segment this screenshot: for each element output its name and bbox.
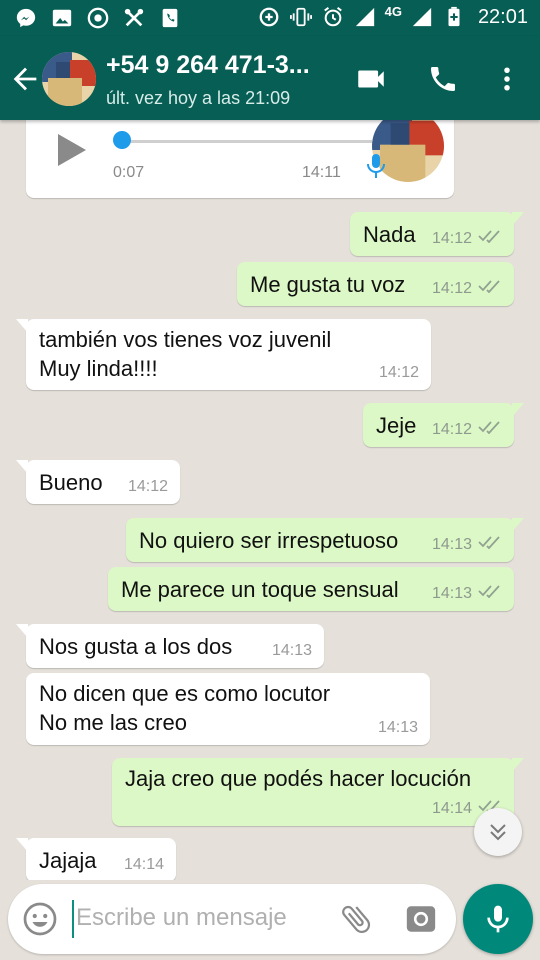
double-check-icon <box>478 420 502 439</box>
video-call-button[interactable] <box>352 60 390 98</box>
message-text: también vos tienes voz juvenil <box>39 327 332 352</box>
double-check-icon <box>478 229 502 248</box>
back-button[interactable] <box>8 62 42 96</box>
double-check-icon <box>478 584 502 603</box>
attach-button[interactable] <box>338 901 374 942</box>
message-outgoing[interactable]: Nada 14:12 <box>350 212 524 256</box>
message-time: 14:12 <box>431 420 472 438</box>
message-text: No dicen que es como locutor <box>39 681 331 706</box>
alarm-icon <box>321 5 345 29</box>
message-time: 14:13 <box>271 642 312 659</box>
chrome-icon <box>86 6 110 30</box>
message-text: No quiero ser irrespetuoso <box>139 528 399 553</box>
message-text: Muy linda!!!! <box>39 356 158 381</box>
play-icon <box>58 134 86 166</box>
message-time: 14:12 <box>378 364 419 381</box>
more-options-button[interactable] <box>488 60 526 98</box>
more-vert-icon <box>504 67 510 91</box>
status-time: 22:01 <box>477 5 528 28</box>
message-incoming[interactable]: Nos gusta a los dos 14:13 <box>16 624 324 668</box>
double-check-icon <box>478 279 502 298</box>
chat-header: +54 9 264 471-3... últ. vez hoy a las 21… <box>0 36 540 120</box>
message-time: 14:14 <box>431 799 472 817</box>
double-chevron-down-icon <box>490 824 506 841</box>
message-time: 14:12 <box>127 478 168 495</box>
message-text: Nos gusta a los dos <box>39 634 233 659</box>
signal-icon <box>410 5 434 29</box>
voice-duration: 0:07 <box>113 164 145 181</box>
phone-app-icon <box>158 6 182 30</box>
message-text: Jajaja <box>39 848 97 873</box>
audio-seek-track[interactable] <box>122 140 372 143</box>
camera-button[interactable] <box>404 902 438 941</box>
voice-call-button[interactable] <box>424 60 462 98</box>
message-text: Jaja creo que podés hacer locución <box>125 766 472 791</box>
message-time: 14:12 <box>431 279 472 297</box>
message-text: Bueno <box>39 470 103 495</box>
message-time: 14:13 <box>377 719 418 736</box>
message-text: Me parece un toque sensual <box>121 577 399 602</box>
tools-icon <box>122 6 146 30</box>
message-time: 14:13 <box>431 584 472 602</box>
double-check-icon <box>478 535 502 554</box>
gallery-icon <box>50 6 74 30</box>
message-outgoing[interactable]: Jeje 14:12 <box>363 403 524 447</box>
emoji-button[interactable] <box>22 901 58 942</box>
contact-name[interactable]: +54 9 264 471-3... <box>106 51 310 80</box>
message-text: Nada <box>363 222 416 247</box>
microphone-icon <box>366 152 386 185</box>
text-caret <box>72 900 74 938</box>
data-saver-icon <box>257 5 281 29</box>
vibrate-icon <box>289 5 313 29</box>
status-bar: 4G 22:01 <box>0 0 540 36</box>
message-incoming[interactable]: Jajaja 14:14 <box>16 838 176 880</box>
message-text: Jeje <box>376 413 417 438</box>
network-type: 4G <box>384 3 402 19</box>
message-input[interactable]: Escribe un mensaje <box>76 904 287 932</box>
message-composer: Escribe un mensaje <box>8 884 456 954</box>
message-outgoing[interactable]: Me gusta tu voz 14:12 <box>237 262 514 306</box>
scroll-to-bottom-button[interactable] <box>474 808 522 856</box>
audio-seek-handle[interactable] <box>113 131 131 149</box>
message-outgoing[interactable]: Me parece un toque sensual 14:13 <box>108 567 514 611</box>
phone-icon <box>431 67 455 91</box>
message-incoming[interactable]: también vos tienes voz juvenil Muy linda… <box>16 319 431 390</box>
message-outgoing[interactable]: No quiero ser irrespetuoso 14:13 <box>126 518 524 562</box>
message-time: 14:11 <box>302 164 341 181</box>
contact-avatar[interactable] <box>42 52 96 106</box>
message-time: 14:13 <box>431 535 472 553</box>
message-outgoing[interactable]: Jaja creo que podés hacer locución 14:14 <box>112 758 524 826</box>
battery-charging-icon <box>442 5 466 29</box>
microphone-icon <box>487 905 509 933</box>
play-button[interactable] <box>56 132 88 173</box>
camera-icon <box>406 906 436 932</box>
messenger-icon <box>14 6 38 30</box>
message-text: Me gusta tu voz <box>250 272 406 297</box>
video-camera-icon <box>358 70 384 88</box>
signal-icon <box>353 5 377 29</box>
last-seen-text: últ. vez hoy a las 21:09 <box>106 88 291 108</box>
message-list[interactable]: 0:07 14:11 Nada 14:12 Me gusta tu voz 14… <box>0 120 540 880</box>
message-text: No me las creo <box>39 710 187 735</box>
record-voice-button[interactable] <box>463 884 533 954</box>
message-incoming[interactable]: Bueno 14:12 <box>16 460 180 504</box>
paperclip-icon <box>342 905 371 934</box>
voice-message[interactable]: 0:07 14:11 <box>26 120 454 198</box>
message-time: 14:12 <box>431 229 472 247</box>
message-incoming[interactable]: No dicen que es como locutor No me las c… <box>26 673 430 745</box>
arrow-back-icon <box>13 67 37 91</box>
emoji-icon <box>23 902 57 936</box>
message-time: 14:14 <box>123 856 164 873</box>
